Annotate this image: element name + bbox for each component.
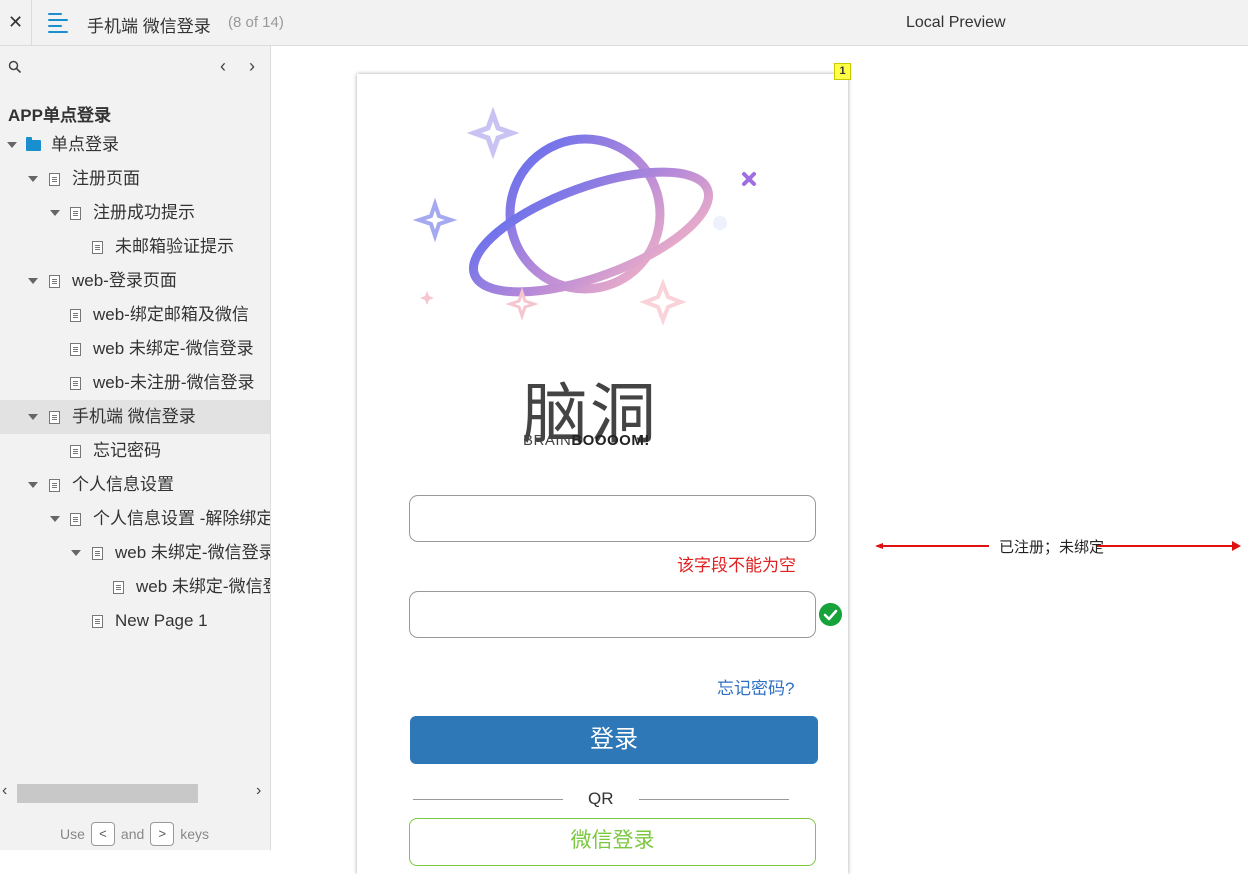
hint-text: and	[120, 826, 145, 842]
login-button[interactable]: 登录	[410, 716, 818, 764]
page-icon	[70, 309, 81, 322]
annotation-label: 已注册；未绑定	[999, 539, 1105, 556]
tree-item-label: 个人信息设置 -解除绑定	[93, 509, 271, 528]
next-key-icon: >	[150, 822, 175, 846]
hint-text: keys	[180, 826, 210, 842]
page-count: (8 of 14)	[228, 14, 284, 31]
error-message: 该字段不能为空	[677, 556, 796, 575]
tree-item[interactable]: web-登录页面	[0, 264, 270, 298]
tree-item[interactable]: web-绑定邮箱及微信	[0, 298, 270, 332]
top-bar: ✕ 手机端 微信登录 (8 of 14) Local Preview	[0, 0, 1248, 46]
divider-left	[413, 799, 563, 800]
tree-item[interactable]: web 未绑定-微信登录	[0, 570, 270, 604]
tree-item[interactable]: New Page 1	[0, 604, 270, 638]
page-icon	[70, 445, 81, 458]
tree-item-label: web-绑定邮箱及微信	[93, 305, 249, 324]
caret-down-icon[interactable]	[50, 516, 60, 522]
keyboard-hint: Use < and > keys	[60, 822, 209, 846]
page-icon	[113, 581, 124, 594]
tree-item-label: New Page 1	[115, 611, 208, 630]
tree-item-label: 未邮箱验证提示	[115, 237, 234, 256]
tree-item[interactable]: 单点登录	[0, 128, 270, 162]
project-title: APP单点登录	[8, 106, 111, 125]
prev-key-icon: <	[90, 822, 115, 846]
search-icon[interactable]	[8, 60, 22, 74]
preview-label: Local Preview	[906, 14, 1006, 31]
sidebar: ‹ › APP单点登录 单点登录 注册页面 注册成功提示 未邮箱验证提示 web…	[0, 46, 271, 850]
hint-text: Use	[60, 826, 85, 842]
page-icon	[49, 479, 60, 492]
page-tree: 单点登录 注册页面 注册成功提示 未邮箱验证提示 web-登录页面 web-绑定…	[0, 128, 271, 638]
caret-down-icon[interactable]	[28, 414, 38, 420]
page-icon	[70, 207, 81, 220]
tree-item[interactable]: 未邮箱验证提示	[0, 230, 270, 264]
tree-item-label: web-未注册-微信登录	[93, 373, 255, 392]
page-icon	[70, 377, 81, 390]
preview-canvas: 脑洞 BRAINBOOOOM! 该字段不能为空 忘记密码? 登录 QR 微信登录…	[271, 46, 1248, 874]
tree-item-label: 注册页面	[72, 169, 140, 188]
close-button[interactable]: ✕	[0, 0, 32, 45]
divider-right	[639, 799, 789, 800]
tree-item[interactable]: web 未绑定-微信登录	[0, 536, 271, 570]
planet-illustration	[412, 106, 756, 326]
tree-item[interactable]: 忘记密码	[0, 434, 270, 468]
wechat-login-button[interactable]: 微信登录	[409, 818, 816, 866]
caret-down-icon[interactable]	[28, 176, 38, 182]
page-icon	[49, 275, 60, 288]
caret-down-icon[interactable]	[71, 550, 81, 556]
username-field[interactable]	[409, 495, 816, 542]
tree-item-label: 注册成功提示	[93, 203, 195, 222]
page-icon	[70, 513, 81, 526]
password-field[interactable]	[409, 591, 816, 638]
scrollbar-thumb[interactable]	[17, 784, 198, 803]
tree-item-label: 单点登录	[51, 135, 119, 154]
page-icon	[92, 241, 103, 254]
tree-item-label: web 未绑定-微信登录	[136, 577, 270, 596]
folder-icon	[26, 137, 41, 151]
tree-item-label: 个人信息设置	[72, 475, 174, 494]
tree-item[interactable]: 个人信息设置	[0, 468, 270, 502]
caret-down-icon[interactable]	[50, 210, 60, 216]
tree-item[interactable]: web-未注册-微信登录	[0, 366, 270, 400]
forgot-password-link[interactable]: 忘记密码?	[717, 674, 794, 699]
page-icon	[70, 343, 81, 356]
qr-label: QR	[588, 789, 614, 808]
checkmark-icon	[819, 603, 842, 626]
tree-item-label: 手机端 微信登录	[72, 407, 196, 426]
scroll-left-button[interactable]: ‹	[2, 782, 7, 800]
next-page-button[interactable]: ›	[244, 56, 260, 77]
note-badge[interactable]: 1	[834, 63, 851, 80]
logo-subtitle: BRAINBOOOOM!	[523, 432, 650, 449]
caret-down-icon[interactable]	[28, 482, 38, 488]
tree-item-label: web 未绑定-微信登录	[93, 339, 254, 358]
scroll-right-button[interactable]: ›	[256, 782, 261, 800]
page-icon	[49, 173, 60, 186]
caret-down-icon[interactable]	[28, 278, 38, 284]
page-icon	[49, 411, 60, 424]
page-title: 手机端 微信登录	[87, 17, 211, 36]
page-icon	[92, 547, 103, 560]
tree-item-label: 忘记密码	[93, 441, 161, 460]
tree-item[interactable]: web 未绑定-微信登录	[0, 332, 270, 366]
prev-page-button[interactable]: ‹	[215, 56, 231, 77]
phone-frame: 脑洞 BRAINBOOOOM! 该字段不能为空 忘记密码? 登录 QR 微信登录	[357, 74, 848, 874]
tree-item-selected[interactable]: 手机端 微信登录	[0, 400, 270, 434]
menu-icon[interactable]	[48, 13, 70, 33]
horizontal-scrollbar[interactable]: ‹ ›	[0, 782, 270, 804]
tree-item-label: web-登录页面	[72, 271, 177, 290]
page-icon	[92, 615, 103, 628]
tree-item[interactable]: 注册成功提示	[0, 196, 270, 230]
tree-item[interactable]: 注册页面	[0, 162, 270, 196]
tree-item[interactable]: 个人信息设置 -解除绑定	[0, 502, 271, 536]
caret-down-icon[interactable]	[7, 142, 17, 148]
tree-item-label: web 未绑定-微信登录	[115, 543, 271, 562]
